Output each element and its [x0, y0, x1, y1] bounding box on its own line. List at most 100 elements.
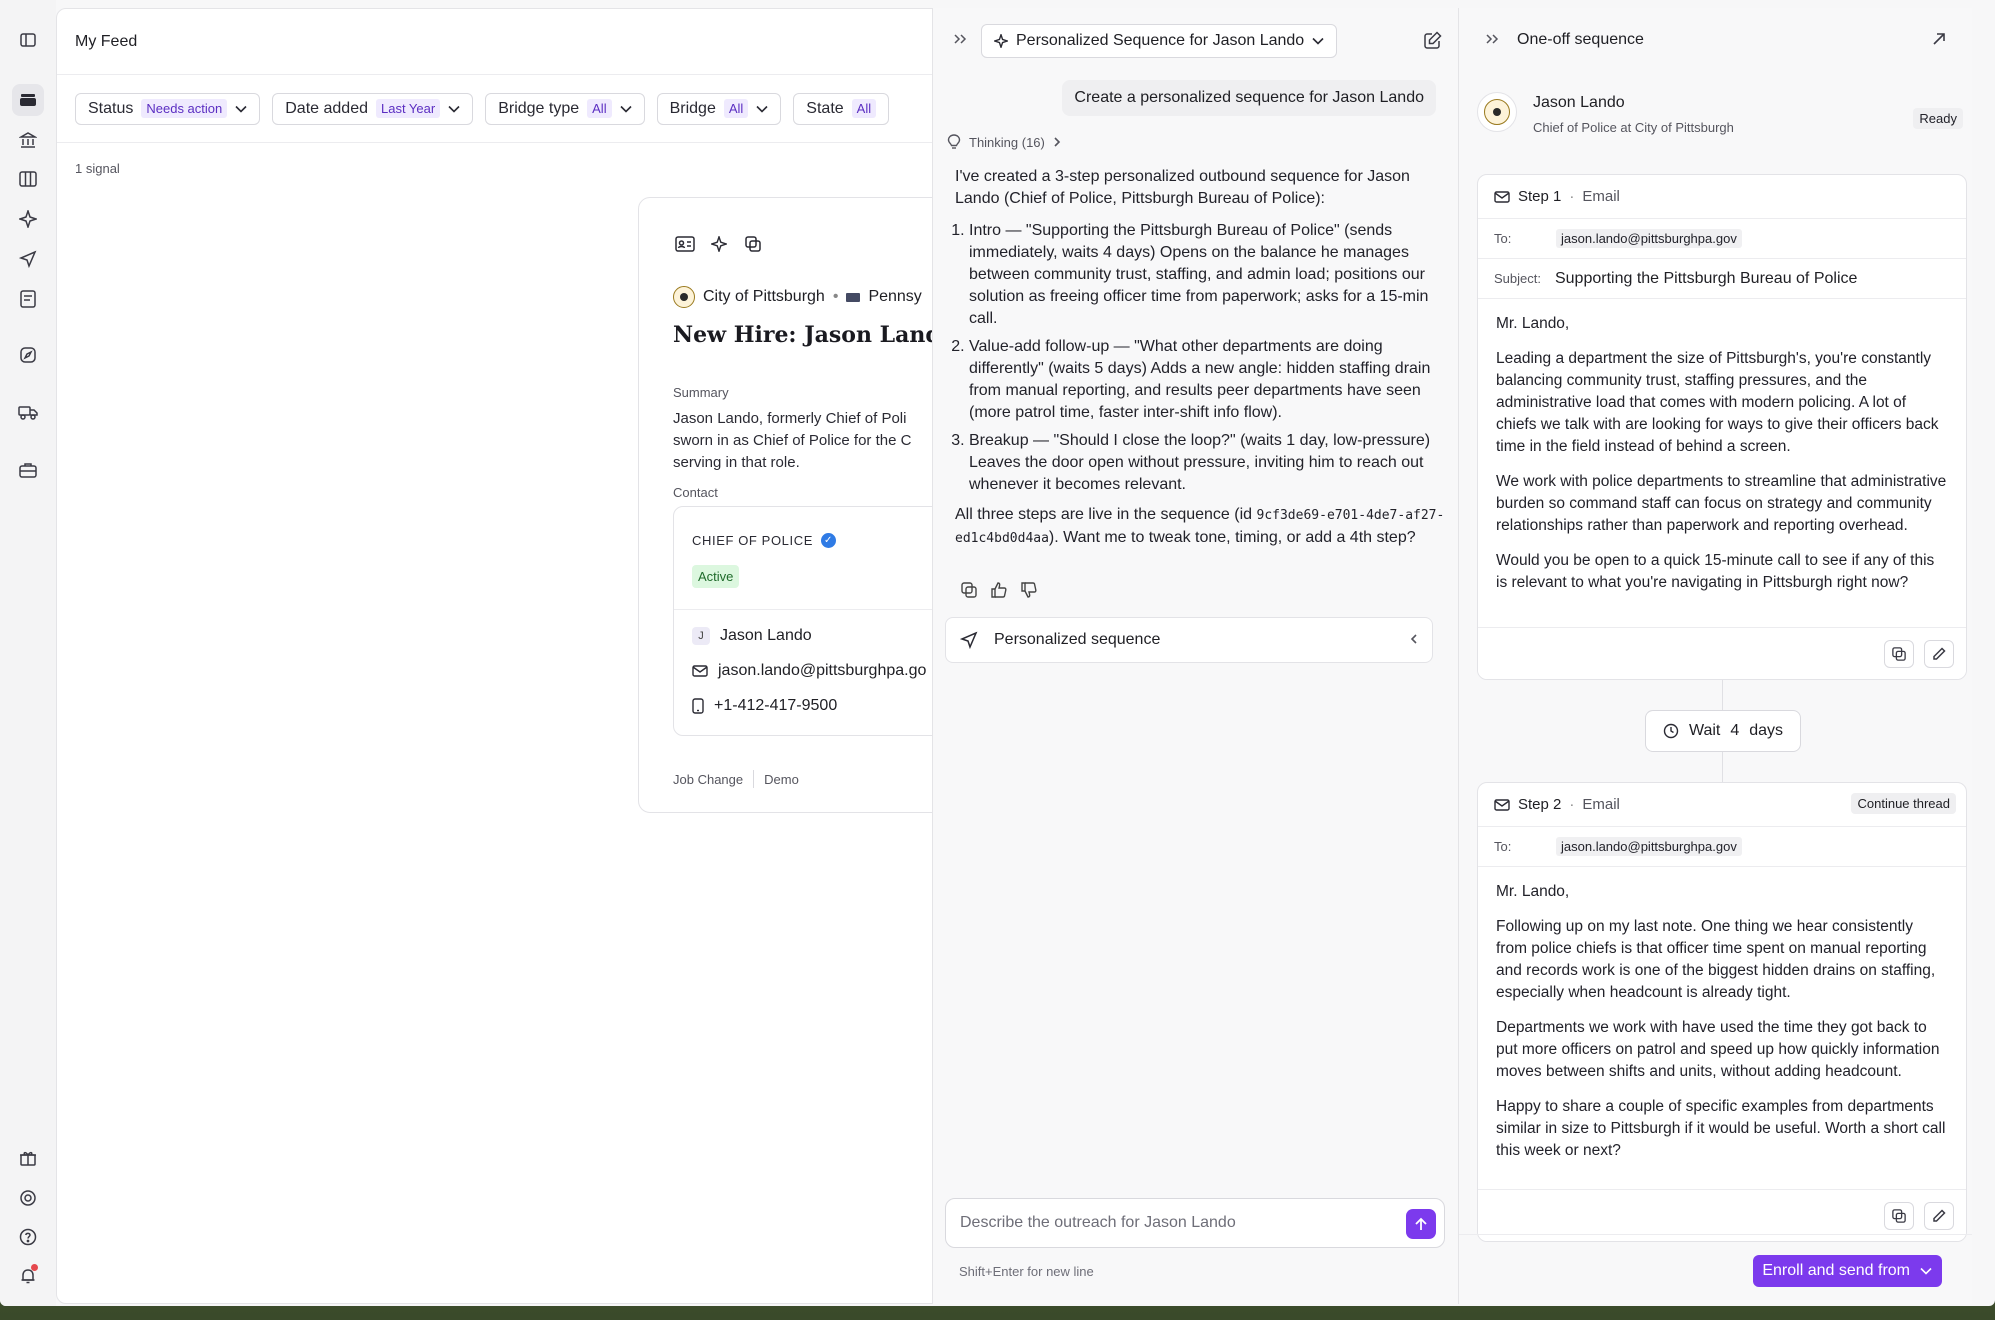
email-body[interactable]: Mr. Lando, Leading a department the size…: [1478, 299, 1966, 617]
status-badge: Ready: [1913, 108, 1963, 129]
feed-title: My Feed: [57, 9, 935, 75]
filter-bar: Status Needs action Date added Last Year…: [57, 75, 935, 143]
send-icon[interactable]: [12, 243, 44, 275]
toolbox-icon[interactable]: [12, 454, 44, 486]
divider: [674, 609, 935, 610]
filter-bridge-type[interactable]: Bridge type All: [485, 92, 645, 125]
contact-email-row[interactable]: jason.lando@pittsburghpa.go: [692, 662, 926, 680]
chat-title: Personalized Sequence for Jason Lando: [1016, 32, 1305, 49]
tag-job-change: Job Change: [673, 771, 744, 787]
feed-icon[interactable]: [12, 84, 44, 116]
step-type: Email: [1582, 796, 1620, 813]
region-name: Pennsy: [868, 288, 922, 305]
wait-unit: days: [1749, 722, 1784, 739]
step-2-card: Step 2 · Email Continue thread To: jason…: [1477, 782, 1967, 1242]
summary-line: sworn in as Chief of Police for the C: [673, 432, 912, 449]
step-connector: [1722, 752, 1723, 782]
compose-box: [945, 1198, 1445, 1248]
filter-label: Status: [88, 99, 134, 117]
id-card-icon[interactable]: [675, 234, 695, 254]
wait-label: Wait: [1688, 722, 1721, 739]
lightbulb-icon: [947, 134, 961, 149]
contact-name-row[interactable]: J Jason Lando: [692, 627, 812, 645]
org-name[interactable]: City of Pittsburgh: [703, 288, 825, 306]
filter-value: All: [851, 99, 877, 118]
user-message: Create a personalized sequence for Jason…: [1062, 80, 1436, 116]
notification-bell-icon[interactable]: [12, 1260, 44, 1292]
settings-icon[interactable]: [12, 1182, 44, 1214]
answer-step: Breakup — "Should I close the loop?" (wa…: [969, 430, 1445, 496]
city-seal-icon: [673, 286, 695, 308]
footer-divider: [1459, 1234, 1972, 1235]
columns-icon[interactable]: [12, 163, 44, 195]
email-paragraph: We work with police departments to strea…: [1496, 473, 1947, 534]
outreach-input[interactable]: [960, 1199, 1390, 1247]
mail-icon: [1494, 798, 1510, 811]
subject-text[interactable]: Supporting the Pittsburgh Bureau of Poli…: [1555, 270, 1857, 288]
bank-icon[interactable]: [12, 124, 44, 156]
expand-icon[interactable]: [1932, 32, 1946, 46]
compass-icon[interactable]: [12, 339, 44, 371]
outro-text: ). Want me to tweak tone, timing, or add…: [1048, 529, 1416, 546]
copy-icon[interactable]: [1884, 1202, 1914, 1230]
subject-field: Subject: Supporting the Pittsburgh Burea…: [1478, 259, 1966, 299]
answer-intro: I've created a 3-step personalized outbo…: [955, 168, 1410, 207]
thinking-toggle[interactable]: Thinking (16): [947, 134, 1061, 150]
copy-icon[interactable]: [743, 234, 763, 254]
step-connector: [1722, 680, 1723, 710]
wait-step[interactable]: Wait 4 days: [1645, 710, 1801, 752]
to-label: To:: [1494, 231, 1512, 246]
chevrons-right-icon[interactable]: [1485, 33, 1499, 45]
answer-steps: Intro — "Supporting the Pittsburgh Burea…: [969, 220, 1445, 496]
copy-icon[interactable]: [1884, 640, 1914, 668]
email-paragraph: Happy to share a couple of specific exam…: [1496, 1098, 1946, 1159]
filter-bridge[interactable]: Bridge All: [656, 92, 782, 125]
step-header: Step 2 · Email Continue thread: [1478, 783, 1966, 827]
signal-card[interactable]: City of Pittsburgh • Pennsy New Hire: Ja…: [638, 197, 936, 813]
subject-label: Subject:: [1494, 271, 1541, 286]
new-chat-icon[interactable]: [1424, 31, 1442, 49]
chevron-down-icon: [448, 105, 460, 113]
enroll-and-send-button[interactable]: Enroll and send from: [1753, 1255, 1942, 1287]
truck-icon[interactable]: [12, 396, 44, 428]
chevrons-right-icon[interactable]: [953, 33, 967, 45]
edit-icon[interactable]: [1924, 1202, 1954, 1230]
contact-name: Jason Lando: [720, 627, 812, 644]
contact-phone-row[interactable]: +1-412-417-9500: [692, 697, 837, 715]
sparkle-icon[interactable]: [12, 203, 44, 235]
sequence-row-label: Personalized sequence: [994, 631, 1161, 648]
recipient-chip[interactable]: jason.lando@pittsburghpa.gov: [1556, 229, 1742, 248]
contact-card: CHIEF OF POLICE ✓ Active J Jason Lando j…: [673, 506, 935, 736]
sequence-title-dropdown[interactable]: Personalized Sequence for Jason Lando: [981, 24, 1338, 58]
contact-phone: +1-412-417-9500: [714, 697, 838, 714]
recipient-name: Jason Lando: [1533, 94, 1625, 111]
card-title: New Hire: Jason Lando: [673, 322, 936, 348]
filter-label: Bridge: [669, 99, 716, 117]
copy-icon[interactable]: [961, 582, 977, 598]
filter-status[interactable]: Status Needs action: [75, 92, 261, 125]
step-label: Step 2: [1518, 796, 1562, 813]
sparkle-icon[interactable]: [709, 234, 729, 254]
card-tags: Job Change Demo: [673, 770, 799, 788]
edit-icon[interactable]: [1924, 640, 1954, 668]
recipient-chip[interactable]: jason.lando@pittsburghpa.gov: [1556, 837, 1742, 856]
filter-date-added[interactable]: Date added Last Year: [272, 92, 474, 125]
notes-icon[interactable]: [12, 283, 44, 315]
clock-icon: [1663, 723, 1679, 739]
chat-panel: Personalized Sequence for Jason Lando Cr…: [932, 8, 1459, 1304]
email-body[interactable]: Mr. Lando, Following up on my last note.…: [1478, 867, 1966, 1187]
sidebar-toggle-icon[interactable]: [12, 24, 44, 56]
email-paragraph: Following up on my last note. One thing …: [1496, 918, 1936, 1001]
personalized-sequence-row[interactable]: Personalized sequence: [945, 617, 1433, 663]
answer-step: Value-add follow-up — "What other depart…: [969, 336, 1445, 424]
summary-line: serving in that role.: [673, 454, 800, 471]
org-row: City of Pittsburgh • Pennsy: [673, 286, 922, 308]
filter-state[interactable]: State All: [793, 92, 890, 125]
help-icon[interactable]: [12, 1221, 44, 1253]
gift-icon[interactable]: [12, 1142, 44, 1174]
thumbs-down-icon[interactable]: [1021, 582, 1037, 598]
thumbs-up-icon[interactable]: [991, 582, 1007, 598]
role-text: CHIEF OF POLICE: [692, 533, 813, 548]
send-button[interactable]: [1406, 1209, 1436, 1239]
assistant-message: I've created a 3-step personalized outbo…: [955, 166, 1445, 550]
